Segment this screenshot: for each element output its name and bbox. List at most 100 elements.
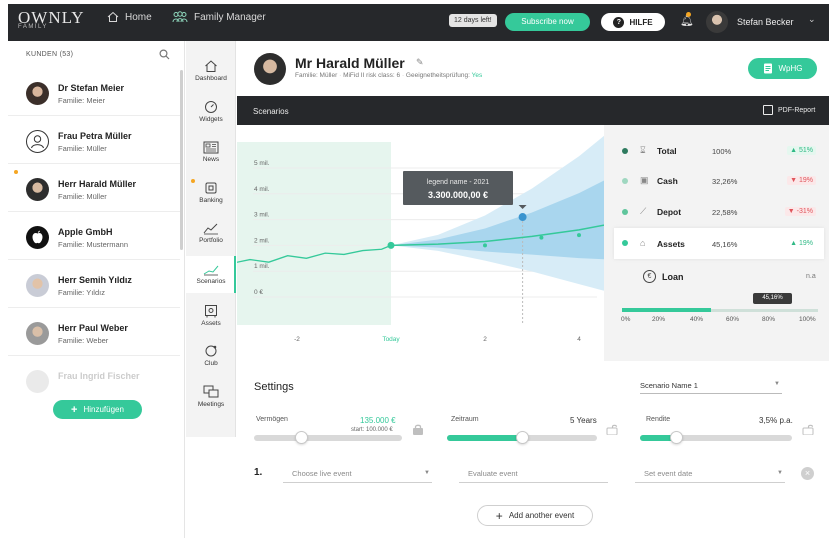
today-point xyxy=(387,241,395,249)
contact-item[interactable]: Frau Petra Müller Familie: Müller xyxy=(8,116,180,164)
avatar-placeholder-icon xyxy=(26,130,49,153)
data-point xyxy=(539,235,544,240)
contact-item[interactable]: Herr Harald Müller Familie: Müller xyxy=(8,164,180,212)
nav-dashboard[interactable]: Dashboard xyxy=(186,59,236,82)
settings-title: Settings xyxy=(254,381,294,393)
progress-tick: 80% xyxy=(762,316,776,323)
scenario-select-value: Scenario Name 1 xyxy=(640,381,698,390)
event-type-select[interactable]: Choose live event ▼ xyxy=(283,465,432,483)
wphg-button[interactable]: WpHG xyxy=(748,58,817,79)
slider-handle[interactable] xyxy=(670,431,684,444)
summary-label: Depot xyxy=(657,207,682,217)
evaluate-event-field[interactable]: Evaluate event xyxy=(459,465,608,483)
summary-row-cash[interactable]: ▣ Cash 32,26% ▼ 19% xyxy=(614,167,824,195)
contact-item[interactable]: Herr Paul Weber Familie: Weber xyxy=(8,308,180,356)
help-label: HILFE xyxy=(629,17,653,27)
progress-tick: 60% xyxy=(726,316,740,323)
user-name[interactable]: Stefan Becker xyxy=(737,17,794,27)
nav-family-manager[interactable]: Family Manager xyxy=(172,11,266,23)
lock-icon[interactable] xyxy=(412,424,424,435)
progress-tick: 100% xyxy=(799,316,816,323)
add-event-button[interactable]: + Add another event xyxy=(477,505,593,526)
search-icon[interactable] xyxy=(159,49,170,60)
plus-icon: + xyxy=(71,403,78,416)
notification-dot xyxy=(686,12,691,17)
contact-name: Frau Ingrid Fischer xyxy=(58,371,140,381)
add-contact-button[interactable]: + Hinzufügen xyxy=(53,400,142,419)
contact-name: Herr Paul Weber xyxy=(58,323,128,333)
nav-banking[interactable]: Banking xyxy=(186,181,236,204)
pdf-report-link[interactable]: PDF-Report xyxy=(778,107,815,114)
nav-label: Club xyxy=(204,360,218,367)
slider-handle[interactable] xyxy=(295,431,309,444)
scenario-select[interactable]: Scenario Name 1 ▼ xyxy=(640,376,782,394)
y-tick-label: 1 mil. xyxy=(254,263,270,270)
series-bullet xyxy=(622,240,628,246)
event-date-select[interactable]: Set event date ▼ xyxy=(635,465,785,483)
nav-club[interactable]: Club xyxy=(186,344,236,367)
nav-assets[interactable]: Assets xyxy=(186,304,236,327)
slider-track[interactable] xyxy=(254,435,402,441)
contacts-title: KUNDEN (53) xyxy=(26,51,74,58)
nav-label: Widgets xyxy=(199,116,223,123)
contact-item[interactable]: Frau Ingrid Fischer xyxy=(8,356,180,404)
summary-row-assets[interactable]: ⌂ Assets 45,16% ▲ 19% xyxy=(614,228,824,259)
avatar xyxy=(26,322,49,345)
summary-change: ▲ 51% xyxy=(787,146,816,155)
scenario-chart[interactable]: 5 mil. 4 mil. 3 mil. 2 mil. 1 mil. 0 € -2 Today… xyxy=(237,125,604,361)
contact-name: Apple GmbH xyxy=(58,227,113,237)
line-chart-icon: ⟋ xyxy=(640,206,647,216)
slider-handle[interactable] xyxy=(516,431,529,444)
assets-progress-fill xyxy=(622,308,711,312)
series-bullet xyxy=(622,148,628,154)
progress-tick: 0% xyxy=(621,316,631,323)
contact-item[interactable]: Dr Stefan Meier Familie: Meier xyxy=(8,68,180,116)
user-avatar[interactable] xyxy=(706,11,728,33)
subscribe-button[interactable]: Subscribe now xyxy=(505,13,590,31)
nav-family-label: Family Manager xyxy=(194,11,266,23)
assets-progress-tooltip: 45,16% xyxy=(753,293,792,304)
client-suitability-value: Yes xyxy=(471,72,483,79)
summary-change: ▼ -31% xyxy=(784,207,816,216)
hourglass-icon: ⌛︎ xyxy=(640,145,646,155)
summary-pct: 32,26% xyxy=(712,177,738,186)
slider-label: Rendite xyxy=(646,416,671,423)
nav-scenarios[interactable]: Scenarios xyxy=(186,263,236,285)
contact-family: Familie: Müller xyxy=(58,144,107,153)
nav-label: News xyxy=(202,156,220,163)
contact-item[interactable]: Herr Semih Yıldız Familie: Yıldız xyxy=(8,260,180,308)
chevron-down-icon[interactable]: ⌄ xyxy=(808,14,816,25)
contact-family: Familie: Yıldız xyxy=(58,288,105,297)
contact-item[interactable]: Apple GmbH Familie: Mustermann xyxy=(8,212,180,260)
scenarios-header xyxy=(237,96,829,125)
contact-family: Familie: Weber xyxy=(58,336,109,345)
pdf-icon[interactable] xyxy=(763,105,773,115)
nav-label: Banking xyxy=(199,197,223,204)
nav-portfolio[interactable]: Portfolio xyxy=(186,222,236,244)
document-icon xyxy=(763,63,772,74)
slider-label: Vermögen xyxy=(256,416,288,423)
meetings-icon xyxy=(203,385,219,398)
y-tick-label: 4 mil. xyxy=(254,186,270,193)
nav-widgets[interactable]: Widgets xyxy=(186,100,236,123)
scenarios-title: Scenarios xyxy=(253,107,289,116)
avatar xyxy=(26,370,49,393)
family-icon xyxy=(172,11,188,23)
contacts-scrollbar[interactable] xyxy=(180,70,183,250)
summary-row-total[interactable]: ⌛︎ Total 100% ▲ 51% xyxy=(614,137,824,165)
summary-row-depot[interactable]: ⟋ Depot 22,58% ▼ -31% xyxy=(614,198,824,226)
event-date-placeholder: Set event date xyxy=(644,469,693,478)
nav-meetings[interactable]: Meetings xyxy=(186,385,236,408)
nav-home[interactable]: Home xyxy=(107,11,152,23)
line-chart-icon xyxy=(203,223,218,235)
help-button[interactable]: ? HILFE xyxy=(601,13,665,31)
pen-icon[interactable]: ✎ xyxy=(416,57,424,68)
avatar xyxy=(26,82,49,105)
contact-family: Familie: Meier xyxy=(58,96,106,105)
safe-icon xyxy=(205,305,217,318)
nav-label: Scenarios xyxy=(196,278,226,285)
lock-open-icon[interactable] xyxy=(606,424,618,435)
nav-news[interactable]: News xyxy=(186,141,236,163)
close-icon[interactable]: × xyxy=(801,467,814,480)
lock-open-icon[interactable] xyxy=(802,424,814,435)
